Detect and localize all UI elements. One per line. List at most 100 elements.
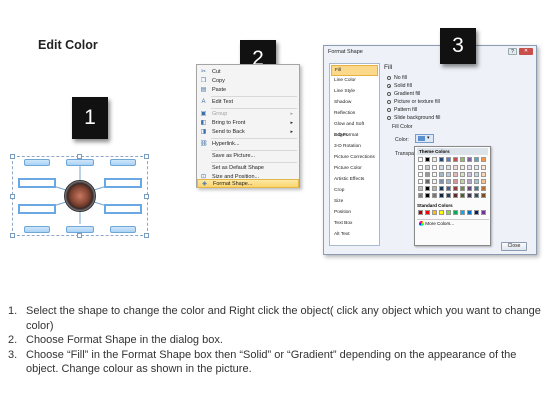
color-swatch[interactable]: [481, 179, 486, 184]
color-swatch[interactable]: [453, 165, 458, 170]
standard-color-swatch[interactable]: [446, 210, 451, 215]
color-swatch[interactable]: [425, 172, 430, 177]
category-position[interactable]: Position: [331, 208, 378, 219]
color-swatch[interactable]: [467, 186, 472, 191]
radio-pattern-fill[interactable]: [387, 108, 391, 112]
standard-color-swatch[interactable]: [425, 210, 430, 215]
left-bottom-rect[interactable]: [18, 204, 56, 214]
color-swatch[interactable]: [418, 186, 423, 191]
radio-slide-background-fill[interactable]: [387, 116, 391, 120]
category-picture-corrections[interactable]: Picture Corrections: [331, 153, 378, 164]
color-swatch[interactable]: [439, 165, 444, 170]
color-swatch[interactable]: [418, 193, 423, 198]
shape-diagram[interactable]: [10, 152, 150, 238]
category-3d-rotation[interactable]: 3-D Rotation: [331, 142, 378, 153]
color-swatch[interactable]: [453, 157, 458, 162]
menu-item-send-to-back[interactable]: ◨ Send to Back ▸: [197, 128, 299, 137]
menu-item-bring-to-front[interactable]: ◧ Bring to Front ▸: [197, 119, 299, 128]
color-swatch[interactable]: [425, 165, 430, 170]
right-top-rect[interactable]: [104, 178, 142, 188]
bottom-pill-left[interactable]: [24, 226, 50, 233]
menu-item-paste[interactable]: ▤ Paste: [197, 86, 299, 95]
color-swatch[interactable]: [446, 186, 451, 191]
color-swatch[interactable]: [446, 157, 451, 162]
close-icon[interactable]: ✕: [519, 48, 533, 55]
color-swatch[interactable]: [425, 157, 430, 162]
color-swatch[interactable]: [460, 193, 465, 198]
standard-color-swatch[interactable]: [432, 210, 437, 215]
color-swatch[interactable]: [460, 186, 465, 191]
color-swatch[interactable]: [453, 193, 458, 198]
color-swatch[interactable]: [467, 165, 472, 170]
standard-color-swatch[interactable]: [453, 210, 458, 215]
color-swatch[interactable]: [432, 179, 437, 184]
color-swatch[interactable]: [446, 172, 451, 177]
color-swatch[interactable]: [474, 193, 479, 198]
bottom-pill-center[interactable]: [66, 226, 94, 233]
category-line-color[interactable]: Line Color: [331, 76, 378, 87]
color-swatch[interactable]: [425, 179, 430, 184]
menu-item-cut[interactable]: ✂ Cut: [197, 68, 299, 77]
color-swatch[interactable]: [467, 172, 472, 177]
menu-item-edit-text[interactable]: A Edit Text: [197, 98, 299, 107]
radio-picture-fill[interactable]: [387, 100, 391, 104]
color-swatch[interactable]: [460, 179, 465, 184]
color-swatch[interactable]: [418, 172, 423, 177]
color-swatch[interactable]: [481, 186, 486, 191]
color-swatch[interactable]: [439, 172, 444, 177]
standard-color-swatch[interactable]: [481, 210, 486, 215]
color-swatch[interactable]: [467, 179, 472, 184]
category-text-box[interactable]: Text Box: [331, 219, 378, 230]
color-swatch[interactable]: [432, 165, 437, 170]
standard-color-swatch[interactable]: [467, 210, 472, 215]
left-top-rect[interactable]: [18, 178, 56, 188]
help-button[interactable]: ?: [508, 48, 517, 55]
menu-item-format-shape[interactable]: ◈ Format Shape...: [197, 179, 299, 188]
color-swatch[interactable]: [481, 193, 486, 198]
standard-color-swatch[interactable]: [439, 210, 444, 215]
radio-no-fill[interactable]: [387, 76, 391, 80]
color-swatch[interactable]: [453, 172, 458, 177]
color-swatch[interactable]: [467, 157, 472, 162]
category-line-style[interactable]: Line Style: [331, 87, 378, 98]
color-swatch[interactable]: [460, 172, 465, 177]
color-swatch[interactable]: [474, 157, 479, 162]
menu-item-save-as-picture[interactable]: Save as Picture...: [197, 152, 299, 161]
color-swatch[interactable]: [474, 165, 479, 170]
color-swatch[interactable]: [446, 165, 451, 170]
center-circle[interactable]: [64, 180, 96, 212]
category-reflection[interactable]: Reflection: [331, 109, 378, 120]
color-swatch[interactable]: [481, 165, 486, 170]
radio-solid-fill[interactable]: [387, 84, 391, 88]
color-swatch[interactable]: [418, 157, 423, 162]
color-swatch[interactable]: [432, 193, 437, 198]
more-colors-button[interactable]: More Colors...: [419, 221, 454, 227]
color-swatch[interactable]: [439, 179, 444, 184]
menu-item-set-default-shape[interactable]: Set as Default Shape: [197, 164, 299, 173]
menu-item-copy[interactable]: ❐ Copy: [197, 77, 299, 86]
menu-item-group[interactable]: ▣ Group ▸: [197, 110, 299, 119]
bottom-pill-right[interactable]: [110, 226, 136, 233]
color-swatch[interactable]: [425, 193, 430, 198]
color-swatch[interactable]: [439, 193, 444, 198]
color-swatch[interactable]: [439, 157, 444, 162]
color-swatch[interactable]: [467, 193, 472, 198]
category-glow[interactable]: Glow and Soft Edges: [331, 120, 378, 138]
color-swatch[interactable]: [453, 179, 458, 184]
color-swatch[interactable]: [425, 186, 430, 191]
color-swatch[interactable]: [418, 179, 423, 184]
color-swatch[interactable]: [432, 172, 437, 177]
category-size[interactable]: Size: [331, 197, 378, 208]
color-swatch[interactable]: [453, 186, 458, 191]
category-alt-text[interactable]: Alt Text: [331, 230, 378, 241]
standard-color-swatch[interactable]: [460, 210, 465, 215]
color-swatch[interactable]: [418, 165, 423, 170]
color-swatch[interactable]: [474, 179, 479, 184]
color-picker-button[interactable]: ▾: [415, 134, 434, 143]
standard-color-swatch[interactable]: [474, 210, 479, 215]
radio-gradient-fill[interactable]: [387, 92, 391, 96]
color-swatch[interactable]: [481, 157, 486, 162]
menu-item-hyperlink[interactable]: ⛓ Hyperlink...: [197, 140, 299, 149]
category-shadow[interactable]: Shadow: [331, 98, 378, 109]
color-swatch[interactable]: [481, 172, 486, 177]
